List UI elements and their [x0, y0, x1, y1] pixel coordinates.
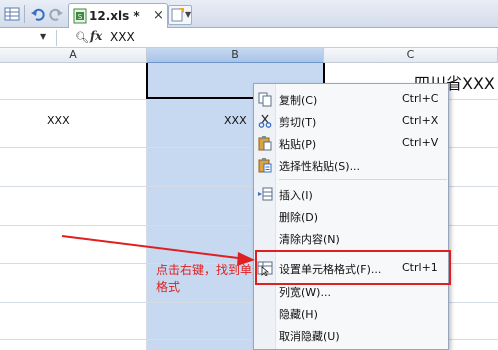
annotation-arrow — [61, 235, 255, 266]
